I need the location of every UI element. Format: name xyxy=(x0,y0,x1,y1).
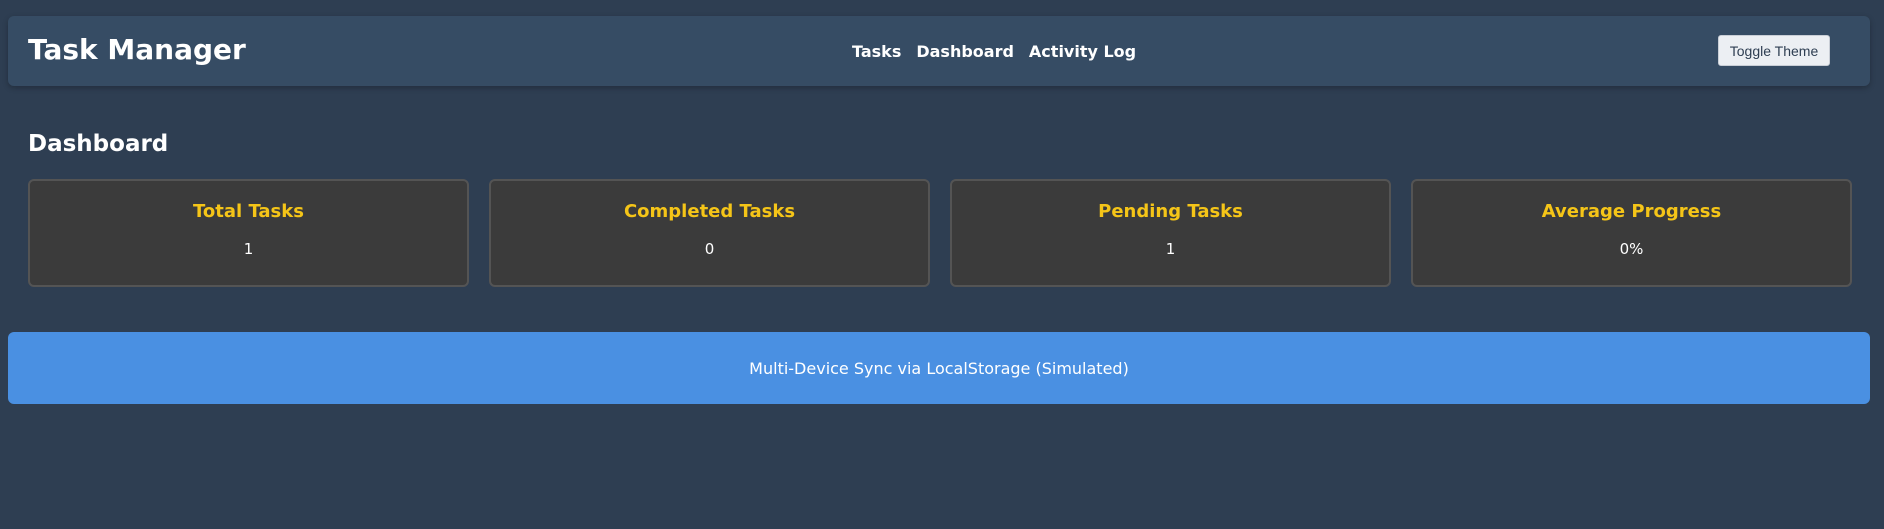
stat-value: 1 xyxy=(243,240,254,258)
page-title: Dashboard xyxy=(28,131,169,157)
nav-link-activity-log[interactable]: Activity Log xyxy=(1029,42,1136,62)
main-nav: Tasks Dashboard Activity Log xyxy=(852,42,1136,62)
stat-label: Pending Tasks xyxy=(1098,201,1243,222)
stat-label: Average Progress xyxy=(1541,201,1722,222)
sync-banner: Multi-Device Sync via LocalStorage (Simu… xyxy=(8,332,1870,404)
stat-card-pending-tasks: Pending Tasks 1 xyxy=(950,179,1391,287)
stat-value: 0 xyxy=(704,240,715,258)
stat-card-average-progress: Average Progress 0% xyxy=(1411,179,1852,287)
stat-label: Completed Tasks xyxy=(623,201,796,222)
toggle-theme-button[interactable]: Toggle Theme xyxy=(1718,35,1830,66)
nav-link-tasks[interactable]: Tasks xyxy=(852,42,901,62)
app-header: Task Manager Tasks Dashboard Activity Lo… xyxy=(8,16,1870,86)
stat-label: Total Tasks xyxy=(193,201,304,222)
stat-value: 1 xyxy=(1165,240,1176,258)
stat-card-total-tasks: Total Tasks 1 xyxy=(28,179,469,287)
app-title: Task Manager xyxy=(28,33,246,66)
stat-value: 0% xyxy=(1619,240,1644,258)
sync-banner-text: Multi-Device Sync via LocalStorage (Simu… xyxy=(749,358,1129,378)
stats-row: Total Tasks 1 Completed Tasks 0 Pending … xyxy=(28,179,1852,287)
nav-link-dashboard[interactable]: Dashboard xyxy=(916,42,1014,62)
stat-card-completed-tasks: Completed Tasks 0 xyxy=(489,179,930,287)
